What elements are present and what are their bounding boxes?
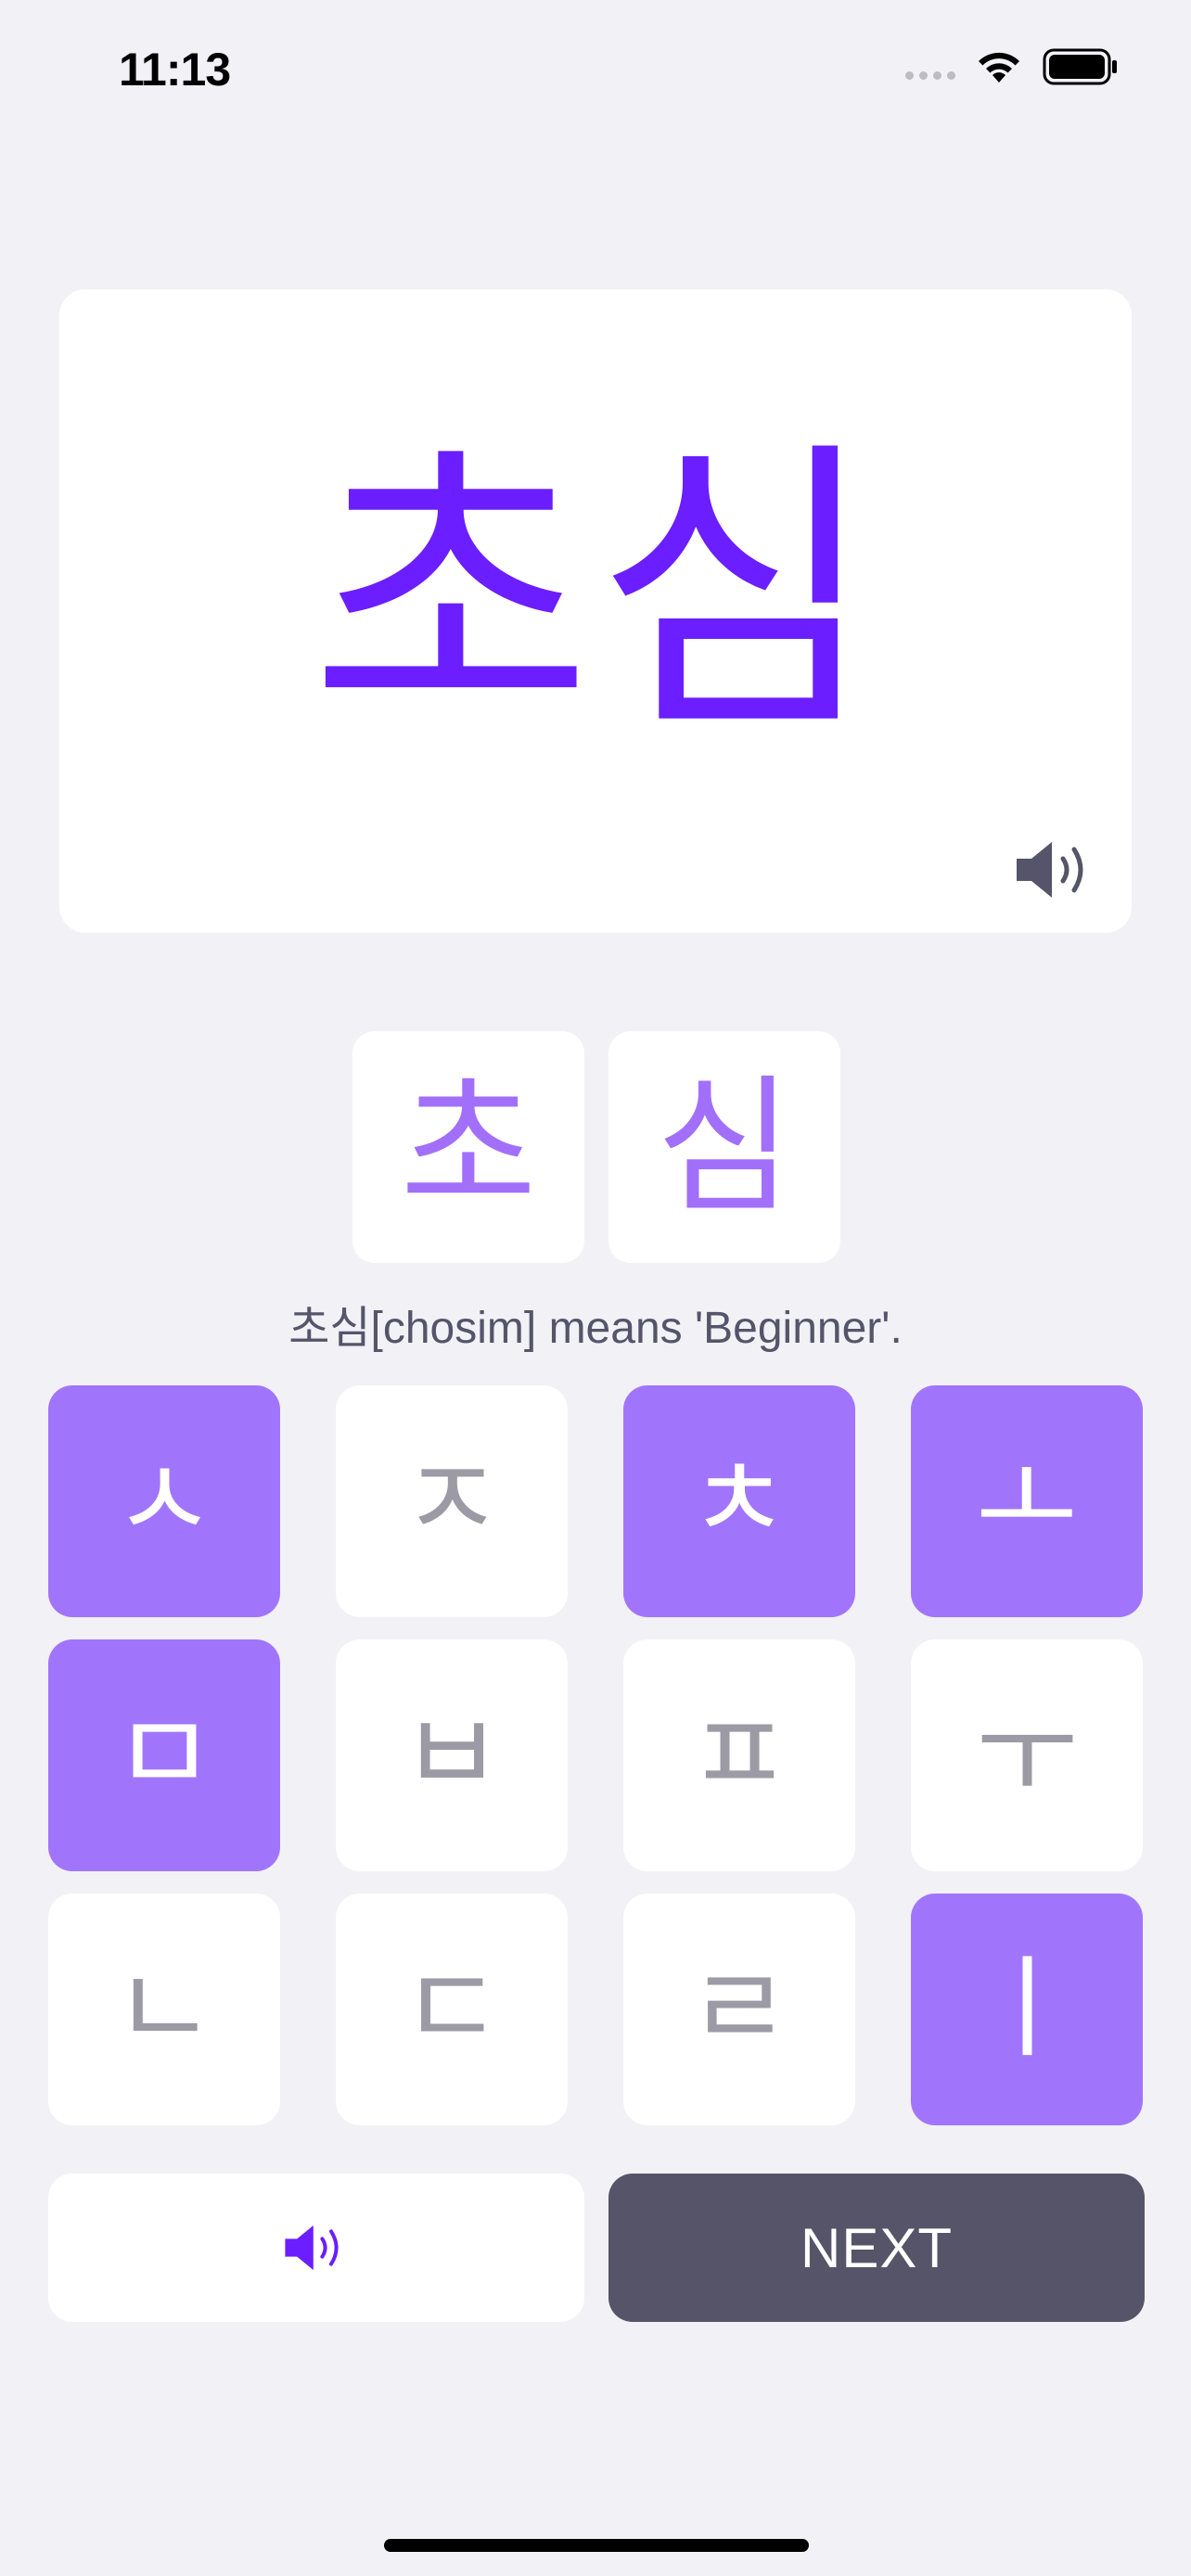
play-audio-button[interactable] [48, 2174, 584, 2322]
jamo-key[interactable]: ㅂ [336, 1639, 568, 1871]
jamo-key[interactable]: ㄴ [48, 1894, 280, 2125]
jamo-key[interactable]: ㅍ [623, 1639, 855, 1871]
status-icons [905, 43, 1119, 91]
hero-word: 초심 [310, 414, 881, 771]
bottom-actions: NEXT [48, 2174, 1145, 2322]
jamo-key[interactable]: ㅜ [911, 1639, 1143, 1871]
syllable-tile[interactable]: 초 [352, 1031, 584, 1263]
syllable-tile[interactable]: 심 [608, 1031, 840, 1263]
word-card: 초심 [59, 289, 1132, 933]
jamo-key[interactable]: ㅅ [48, 1385, 280, 1617]
meaning-text: 초심[chosim] means 'Beginner'. [288, 1304, 903, 1353]
jamo-key[interactable]: ㅊ [623, 1385, 855, 1617]
battery-icon [1043, 48, 1117, 85]
signal-icon [905, 70, 955, 80]
jamo-key[interactable]: ㅣ [911, 1894, 1143, 2125]
jamo-key[interactable]: ㅁ [48, 1639, 280, 1871]
jamo-key[interactable]: ㄷ [336, 1894, 568, 2125]
syllable-row: 초 심 [352, 1031, 840, 1263]
status-time: 11:13 [119, 44, 231, 96]
home-indicator [384, 2539, 809, 2552]
jamo-key[interactable]: ㄹ [623, 1894, 855, 2125]
jamo-key[interactable]: ㅈ [336, 1385, 568, 1617]
speaker-icon [285, 2225, 339, 2270]
screen: 11:13 초심 초 심 초심[chosim] means 'Beginner'… [0, 0, 1191, 2576]
next-button[interactable]: NEXT [608, 2174, 1145, 2322]
jamo-keyboard: ㅅ ㅈ ㅊ ㅗ ㅁ ㅂ ㅍ ㅜ ㄴ ㄷ ㄹ ㅣ [48, 1385, 1143, 2125]
wifi-icon [979, 52, 1019, 83]
speaker-icon[interactable] [1011, 833, 1100, 907]
jamo-key[interactable]: ㅗ [911, 1385, 1143, 1617]
